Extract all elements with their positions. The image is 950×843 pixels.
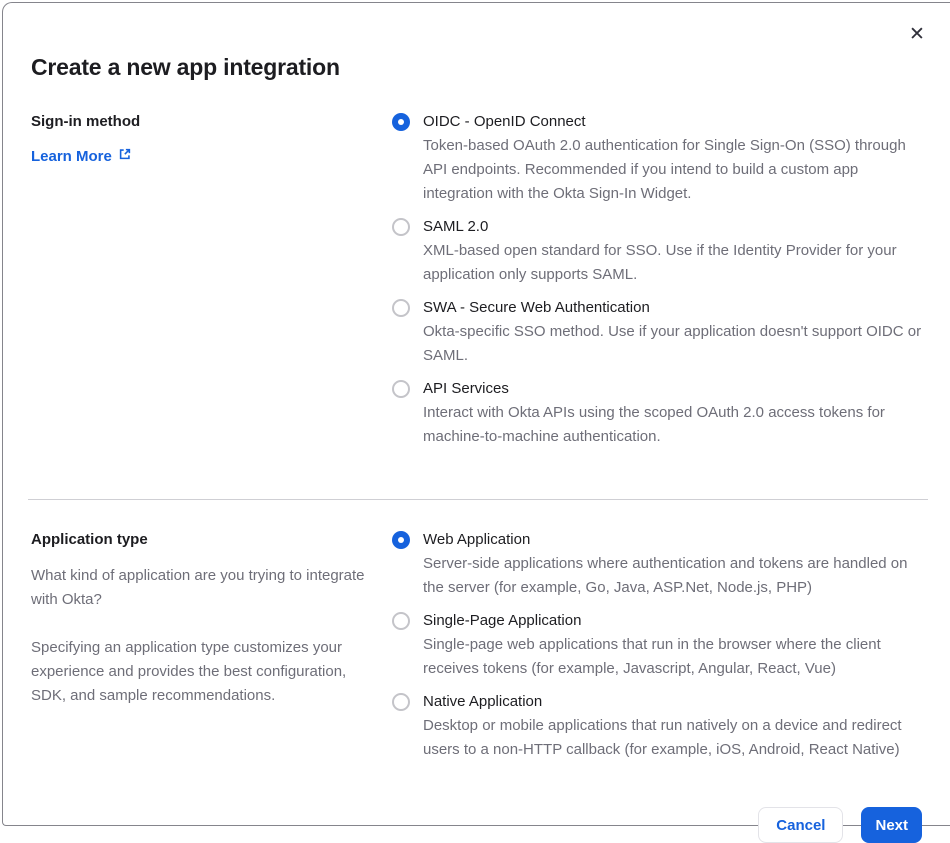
apptype-option-row[interactable]: Native Application Desktop or mobile app… [392,692,922,762]
option-label: Native Application [423,693,543,711]
radio-button[interactable] [392,299,410,318]
option-description: Token-based OAuth 2.0 authentication for… [423,137,906,203]
option-text: Native Application Desktop or mobile app… [423,692,922,762]
next-button[interactable]: Next [861,807,922,843]
dialog-footer: Cancel Next [31,807,922,843]
option-label: Single-Page Application [423,612,582,630]
option-label: OIDC - OpenID Connect [423,113,586,131]
application-type-radio-group: Web Application Server-side applications… [392,530,922,773]
radio-button[interactable] [392,612,410,631]
option-description: Single-page web applications that run in… [423,636,881,678]
signin-method-label: Sign-in method [31,113,141,131]
section-divider [28,499,928,501]
create-app-integration-dialog: ✕ Create a new app integration Sign-in m… [2,2,950,843]
signin-option-row[interactable]: SAML 2.0 XML-based open standard for SSO… [392,217,922,287]
signin-method-radio-group: OIDC - OpenID Connect Token-based OAuth … [392,112,922,460]
application-type-label: Application type [31,531,148,549]
radio-button[interactable] [392,693,410,712]
radio-button[interactable] [392,380,410,399]
option-description: Server-side applications where authentic… [423,555,908,597]
page-title: Create a new app integration [31,54,340,81]
option-label: SWA - Secure Web Authentication [423,299,650,317]
external-link-icon [118,147,132,165]
option-description: XML-based open standard for SSO. Use if … [423,242,897,284]
radio-button[interactable] [392,113,410,132]
learn-more-link[interactable]: Learn More [31,147,132,165]
option-label: SAML 2.0 [423,218,489,236]
close-button[interactable]: ✕ [904,21,930,47]
signin-option-row[interactable]: OIDC - OpenID Connect Token-based OAuth … [392,112,922,206]
apptype-paragraph-1: What kind of application are you trying … [31,567,365,609]
cancel-button[interactable]: Cancel [758,807,844,843]
option-text: SAML 2.0 XML-based open standard for SSO… [423,217,922,287]
apptype-section-left: Application type What kind of applicatio… [31,530,368,773]
option-label: API Services [423,380,509,398]
radio-button[interactable] [392,218,410,237]
signin-option-row[interactable]: SWA - Secure Web Authentication Okta-spe… [392,298,922,368]
signin-section-left: Sign-in method Learn More [31,112,368,460]
apptype-option-row[interactable]: Single-Page Application Single-page web … [392,611,922,681]
apptype-section: Application type What kind of applicatio… [31,530,922,773]
option-text: OIDC - OpenID Connect Token-based OAuth … [423,112,922,206]
option-label: Web Application [423,531,531,549]
option-text: Single-Page Application Single-page web … [423,611,922,681]
option-description: Interact with Okta APIs using the scoped… [423,404,885,446]
option-text: API Services Interact with Okta APIs usi… [423,379,922,449]
close-icon: ✕ [909,23,925,45]
option-text: SWA - Secure Web Authentication Okta-spe… [423,298,922,368]
option-description: Okta-specific SSO method. Use if your ap… [423,323,922,365]
option-description: Desktop or mobile applications that run … [423,717,902,759]
learn-more-label: Learn More [31,147,112,165]
signin-option-row[interactable]: API Services Interact with Okta APIs usi… [392,379,922,449]
apptype-option-row[interactable]: Web Application Server-side applications… [392,530,922,600]
apptype-paragraph-2: Specifying an application type customize… [31,639,347,705]
option-text: Web Application Server-side applications… [423,530,922,600]
radio-button[interactable] [392,531,410,550]
signin-section: Sign-in method Learn More OIDC - OpenID … [31,112,922,460]
